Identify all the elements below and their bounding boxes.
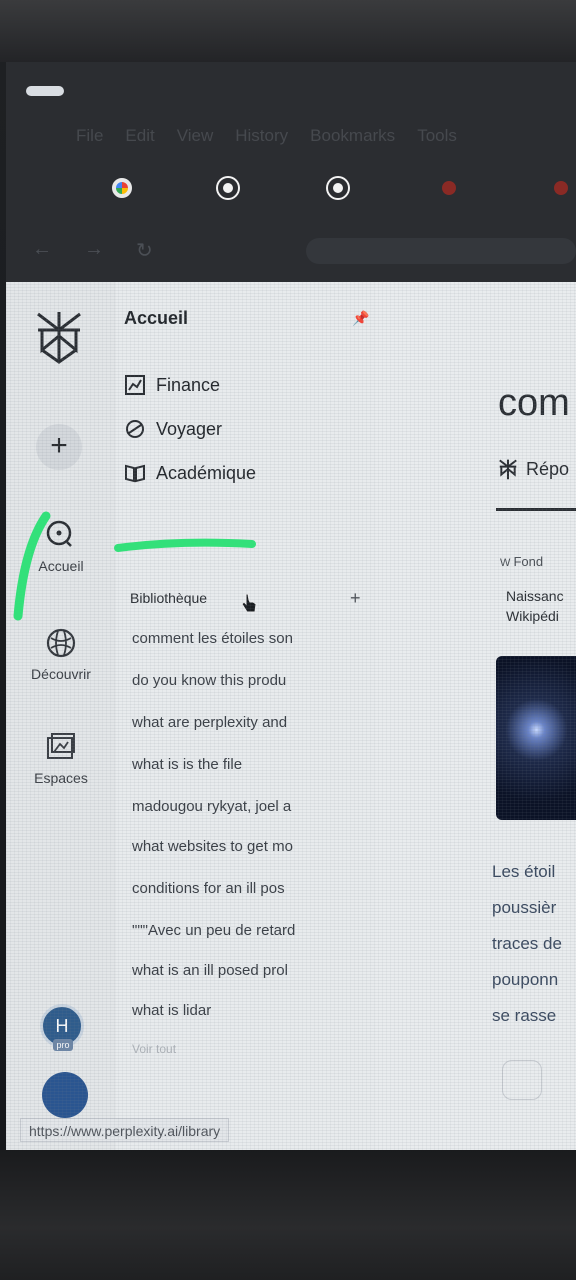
wikipedia-icon: W <box>500 557 514 569</box>
panel-title: Accueil <box>124 308 189 328</box>
menu-item-voyager[interactable]: Voyager <box>124 418 222 440</box>
source-title-line: Wikipédi <box>506 608 559 624</box>
travel-icon <box>126 420 144 438</box>
answer-line: poussièr <box>492 898 557 917</box>
search-images-button[interactable] <box>502 1060 542 1100</box>
browser-menubar: File Edit View History Bookmarks Tools <box>6 118 576 154</box>
forward-arrow-icon[interactable]: → <box>84 238 104 261</box>
perplexity-page: + Accueil Découvrir Espaces H pro Accuei… <box>6 282 576 1152</box>
active-tab-underline <box>496 508 576 511</box>
monitor-screen: File Edit View History Bookmarks Tools ←… <box>6 62 576 1152</box>
answer-tab-label: Répo <box>526 458 570 479</box>
spaces-icon <box>47 733 75 759</box>
browser-tabs <box>6 166 576 210</box>
answer-body: Les étoil poussièr traces de pouponn se … <box>492 854 576 1034</box>
photo-frame: File Edit View History Bookmarks Tools ←… <box>0 0 576 1280</box>
library-item[interactable]: do you know this produ <box>132 672 364 689</box>
source-title-line: Naissanc <box>506 588 564 604</box>
monitor-bezel-top <box>0 0 576 62</box>
menu-item-academique[interactable]: Académique <box>124 462 256 484</box>
answer-line: se rasse <box>492 1006 557 1025</box>
red-tab-icon[interactable] <box>554 181 568 195</box>
answer-line: traces de <box>492 934 562 953</box>
menu-view[interactable]: View <box>177 126 214 146</box>
library-item[interactable]: what is lidar <box>132 1002 364 1019</box>
rail-label-espaces: Espaces <box>34 770 88 786</box>
reload-icon[interactable]: ↻ <box>136 238 153 263</box>
google-tab-icon[interactable] <box>112 178 132 198</box>
source-title[interactable]: Naissanc Wikipédi <box>506 586 576 626</box>
window-control-pill[interactable] <box>26 86 64 96</box>
menu-edit[interactable]: Edit <box>125 126 154 146</box>
library-item[interactable]: what is is the file <box>132 756 364 773</box>
menu-label-academique: Académique <box>156 462 257 483</box>
menu-item-finance[interactable]: Finance <box>124 374 220 396</box>
source-site-label: Fond <box>513 554 544 569</box>
home-panel: Accueil 📌 Finance Voyager Académique Bib… <box>116 282 376 1152</box>
answer-line: pouponn <box>492 970 559 989</box>
left-rail: + Accueil Découvrir Espaces H pro <box>6 282 116 1152</box>
answer-line: Les étoil <box>492 862 556 881</box>
rail-item-decouvrir[interactable]: Découvrir <box>6 626 116 682</box>
perplexity-logo-icon[interactable] <box>34 308 84 364</box>
library-item[interactable]: what is an ill posed prol <box>132 962 364 979</box>
thread-main: com Répo W Fond Naissanc Wikipédi Les ét… <box>376 282 576 1152</box>
perplexity-logo-icon <box>499 459 517 480</box>
menu-tools[interactable]: Tools <box>417 126 457 146</box>
thread-title: com <box>498 382 570 424</box>
menu-file[interactable]: File <box>76 126 103 146</box>
menu-label-voyager: Voyager <box>156 418 223 439</box>
library-add-button[interactable]: + <box>350 588 361 609</box>
star-cluster-image[interactable] <box>496 656 576 820</box>
browser-nav-row: ← → ↻ <box>6 230 576 270</box>
library-heading[interactable]: Bibliothèque <box>130 590 207 606</box>
library-item[interactable]: conditions for an ill pos <box>132 880 364 897</box>
menu-bookmarks[interactable]: Bookmarks <box>310 126 395 146</box>
library-item[interactable]: madougou rykyat, joel a <box>132 798 364 815</box>
address-bar[interactable] <box>306 238 576 264</box>
perplexity-tab-icon[interactable] <box>218 178 238 198</box>
pin-icon[interactable]: 📌 <box>352 310 369 327</box>
account-button[interactable] <box>42 1072 88 1118</box>
perplexity-tab-icon[interactable] <box>328 178 348 198</box>
green-marker-stroke <box>13 511 51 621</box>
book-icon <box>125 464 145 483</box>
globe-icon <box>46 628 76 658</box>
monitor-bezel-bottom <box>0 1150 576 1280</box>
library-item[interactable]: comment les étoiles son <box>132 630 364 647</box>
library-item[interactable]: what are perplexity and <box>132 714 364 731</box>
hand-cursor-icon <box>241 593 257 613</box>
link-status-bar: https://www.perplexity.ai/library <box>20 1118 230 1142</box>
menu-history[interactable]: History <box>235 126 288 146</box>
pro-badge: pro <box>53 1039 73 1051</box>
green-underline-stroke <box>114 538 256 552</box>
back-arrow-icon[interactable]: ← <box>32 238 52 261</box>
see-all-link[interactable]: Voir tout <box>132 1042 176 1056</box>
library-item[interactable]: """Avec un peu de retard <box>132 922 364 939</box>
rail-label-decouvrir: Découvrir <box>31 666 91 682</box>
library-item[interactable]: what websites to get mo <box>132 838 364 855</box>
menu-label-finance: Finance <box>156 374 221 395</box>
answer-tab[interactable]: Répo <box>498 458 569 480</box>
chart-icon <box>125 375 145 395</box>
red-tab-icon[interactable] <box>442 181 456 195</box>
new-thread-button[interactable]: + <box>36 424 82 470</box>
rail-item-espaces[interactable]: Espaces <box>6 730 116 786</box>
browser-chrome: File Edit View History Bookmarks Tools ←… <box>6 62 576 282</box>
source-site[interactable]: W Fond <box>500 554 576 569</box>
